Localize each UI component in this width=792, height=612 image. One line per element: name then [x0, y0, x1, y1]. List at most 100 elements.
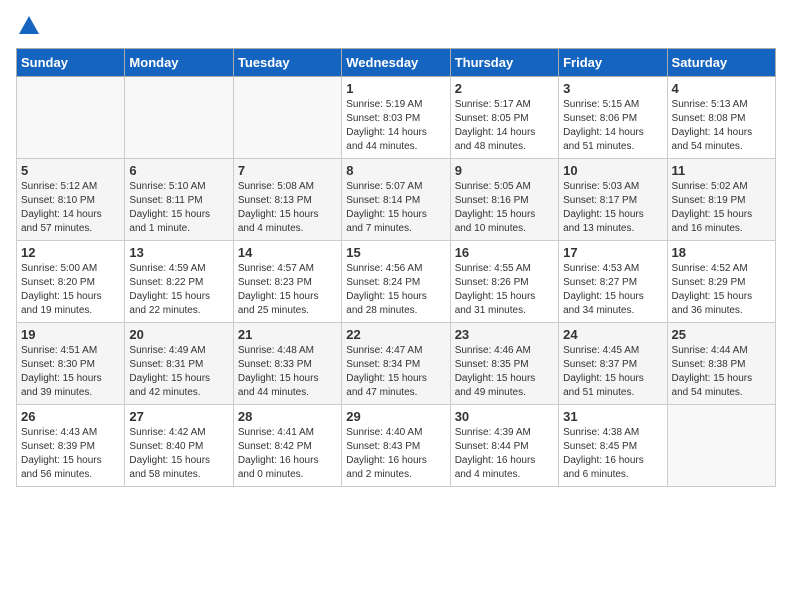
day-number: 19: [21, 327, 120, 342]
day-info: Sunrise: 4:44 AM Sunset: 8:38 PM Dayligh…: [672, 344, 771, 400]
calendar-week-row: 19Sunrise: 4:51 AM Sunset: 8:30 PM Dayli…: [17, 323, 776, 405]
day-number: 30: [455, 409, 554, 424]
day-number: 1: [346, 81, 445, 96]
day-info: Sunrise: 4:56 AM Sunset: 8:24 PM Dayligh…: [346, 262, 445, 318]
calendar-day-cell: 14Sunrise: 4:57 AM Sunset: 8:23 PM Dayli…: [233, 241, 341, 323]
day-info: Sunrise: 4:57 AM Sunset: 8:23 PM Dayligh…: [238, 262, 337, 318]
calendar-day-cell: 2Sunrise: 5:17 AM Sunset: 8:05 PM Daylig…: [450, 77, 558, 159]
day-number: 3: [563, 81, 662, 96]
calendar-day-cell: 17Sunrise: 4:53 AM Sunset: 8:27 PM Dayli…: [559, 241, 667, 323]
day-info: Sunrise: 5:08 AM Sunset: 8:13 PM Dayligh…: [238, 180, 337, 236]
calendar-day-cell: 31 Sunrise: 4:38 AM Sunset: 8:45 PM Dayli…: [559, 405, 667, 487]
day-info: Sunrise: 5:19 AM Sunset: 8:03 PM Dayligh…: [346, 98, 445, 154]
day-info: Sunrise: 5:00 AM Sunset: 8:20 PM Dayligh…: [21, 262, 120, 318]
logo: [16, 16, 39, 36]
calendar-day-cell: 16 Sunrise: 4:55 AM Sunset: 8:26 PM Dayli…: [450, 241, 558, 323]
day-number: 23: [455, 327, 554, 342]
calendar-day-cell: 28Sunrise: 4:41 AM Sunset: 8:42 PM Dayli…: [233, 405, 341, 487]
day-info: Sunrise: 4:38 AM Sunset: 8:45 PM Dayligh…: [563, 426, 662, 482]
calendar-day-cell: [125, 77, 233, 159]
day-number: 11: [672, 163, 771, 178]
calendar-table: SundayMondayTuesdayWednesdayThursdayFrid…: [16, 48, 776, 487]
calendar-day-cell: 20Sunrise: 4:49 AM Sunset: 8:31 PM Dayli…: [125, 323, 233, 405]
day-info: Sunrise: 5:03 AM Sunset: 8:17 PM Dayligh…: [563, 180, 662, 236]
calendar-day-cell: 22 Sunrise: 4:47 AM Sunset: 8:34 PM Dayli…: [342, 323, 450, 405]
calendar-day-cell: [233, 77, 341, 159]
day-number: 8: [346, 163, 445, 178]
day-info: Sunrise: 5:05 AM Sunset: 8:16 PM Dayligh…: [455, 180, 554, 236]
day-info: Sunrise: 4:59 AM Sunset: 8:22 PM Dayligh…: [129, 262, 228, 318]
day-number: 31: [563, 409, 662, 424]
calendar-day-cell: 9 Sunrise: 5:05 AM Sunset: 8:16 PM Daylig…: [450, 159, 558, 241]
day-info: Sunrise: 5:13 AM Sunset: 8:08 PM Dayligh…: [672, 98, 771, 154]
calendar-day-cell: 1 Sunrise: 5:19 AM Sunset: 8:03 PM Daylig…: [342, 77, 450, 159]
day-info: Sunrise: 5:15 AM Sunset: 8:06 PM Dayligh…: [563, 98, 662, 154]
calendar-day-cell: [17, 77, 125, 159]
calendar-week-row: 26Sunrise: 4:43 AM Sunset: 8:39 PM Dayli…: [17, 405, 776, 487]
calendar-day-cell: 30 Sunrise: 4:39 AM Sunset: 8:44 PM Dayli…: [450, 405, 558, 487]
day-info: Sunrise: 4:53 AM Sunset: 8:27 PM Dayligh…: [563, 262, 662, 318]
calendar-header-monday: Monday: [125, 49, 233, 77]
day-number: 18: [672, 245, 771, 260]
day-info: Sunrise: 4:55 AM Sunset: 8:26 PM Dayligh…: [455, 262, 554, 318]
calendar-header-tuesday: Tuesday: [233, 49, 341, 77]
day-info: Sunrise: 5:07 AM Sunset: 8:14 PM Dayligh…: [346, 180, 445, 236]
day-number: 7: [238, 163, 337, 178]
calendar-day-cell: 5 Sunrise: 5:12 AM Sunset: 8:10 PM Daylig…: [17, 159, 125, 241]
calendar-header-friday: Friday: [559, 49, 667, 77]
day-info: Sunrise: 4:45 AM Sunset: 8:37 PM Dayligh…: [563, 344, 662, 400]
calendar-header-thursday: Thursday: [450, 49, 558, 77]
day-number: 15: [346, 245, 445, 260]
calendar-day-cell: 13 Sunrise: 4:59 AM Sunset: 8:22 PM Dayli…: [125, 241, 233, 323]
calendar-day-cell: 26Sunrise: 4:43 AM Sunset: 8:39 PM Dayli…: [17, 405, 125, 487]
day-number: 22: [346, 327, 445, 342]
day-info: Sunrise: 4:49 AM Sunset: 8:31 PM Dayligh…: [129, 344, 228, 400]
day-number: 25: [672, 327, 771, 342]
calendar-day-cell: 11 Sunrise: 5:02 AM Sunset: 8:19 PM Dayli…: [667, 159, 775, 241]
day-number: 26: [21, 409, 120, 424]
calendar-day-cell: 21Sunrise: 4:48 AM Sunset: 8:33 PM Dayli…: [233, 323, 341, 405]
calendar-day-cell: 15 Sunrise: 4:56 AM Sunset: 8:24 PM Dayli…: [342, 241, 450, 323]
day-info: Sunrise: 4:47 AM Sunset: 8:34 PM Dayligh…: [346, 344, 445, 400]
day-number: 5: [21, 163, 120, 178]
calendar-day-cell: 27 Sunrise: 4:42 AM Sunset: 8:40 PM Dayli…: [125, 405, 233, 487]
calendar-day-cell: 23 Sunrise: 4:46 AM Sunset: 8:35 PM Dayli…: [450, 323, 558, 405]
day-number: 29: [346, 409, 445, 424]
day-number: 4: [672, 81, 771, 96]
day-info: Sunrise: 4:46 AM Sunset: 8:35 PM Dayligh…: [455, 344, 554, 400]
calendar-header-saturday: Saturday: [667, 49, 775, 77]
calendar-header-row: SundayMondayTuesdayWednesdayThursdayFrid…: [17, 49, 776, 77]
calendar-day-cell: 4 Sunrise: 5:13 AM Sunset: 8:08 PM Daylig…: [667, 77, 775, 159]
day-info: Sunrise: 5:10 AM Sunset: 8:11 PM Dayligh…: [129, 180, 228, 236]
day-info: Sunrise: 4:42 AM Sunset: 8:40 PM Dayligh…: [129, 426, 228, 482]
day-number: 9: [455, 163, 554, 178]
day-number: 24: [563, 327, 662, 342]
day-info: Sunrise: 4:39 AM Sunset: 8:44 PM Dayligh…: [455, 426, 554, 482]
calendar-day-cell: 24 Sunrise: 4:45 AM Sunset: 8:37 PM Dayli…: [559, 323, 667, 405]
calendar-day-cell: 6 Sunrise: 5:10 AM Sunset: 8:11 PM Daylig…: [125, 159, 233, 241]
day-info: Sunrise: 4:40 AM Sunset: 8:43 PM Dayligh…: [346, 426, 445, 482]
calendar-day-cell: 18 Sunrise: 4:52 AM Sunset: 8:29 PM Dayli…: [667, 241, 775, 323]
day-number: 2: [455, 81, 554, 96]
day-number: 13: [129, 245, 228, 260]
day-info: Sunrise: 5:12 AM Sunset: 8:10 PM Dayligh…: [21, 180, 120, 236]
day-info: Sunrise: 5:02 AM Sunset: 8:19 PM Dayligh…: [672, 180, 771, 236]
calendar-header-wednesday: Wednesday: [342, 49, 450, 77]
logo-triangle-icon: [19, 16, 39, 34]
day-number: 6: [129, 163, 228, 178]
calendar-day-cell: 10 Sunrise: 5:03 AM Sunset: 8:17 PM Dayli…: [559, 159, 667, 241]
calendar-week-row: 5 Sunrise: 5:12 AM Sunset: 8:10 PM Daylig…: [17, 159, 776, 241]
calendar-day-cell: 7 Sunrise: 5:08 AM Sunset: 8:13 PM Daylig…: [233, 159, 341, 241]
day-number: 27: [129, 409, 228, 424]
calendar-day-cell: [667, 405, 775, 487]
day-info: Sunrise: 4:48 AM Sunset: 8:33 PM Dayligh…: [238, 344, 337, 400]
calendar-day-cell: 25 Sunrise: 4:44 AM Sunset: 8:38 PM Dayli…: [667, 323, 775, 405]
calendar-day-cell: 19Sunrise: 4:51 AM Sunset: 8:30 PM Dayli…: [17, 323, 125, 405]
day-number: 16: [455, 245, 554, 260]
day-number: 10: [563, 163, 662, 178]
page-header: [16, 16, 776, 36]
calendar-day-cell: 8 Sunrise: 5:07 AM Sunset: 8:14 PM Daylig…: [342, 159, 450, 241]
calendar-day-cell: 3 Sunrise: 5:15 AM Sunset: 8:06 PM Daylig…: [559, 77, 667, 159]
calendar-day-cell: 12Sunrise: 5:00 AM Sunset: 8:20 PM Dayli…: [17, 241, 125, 323]
day-info: Sunrise: 4:52 AM Sunset: 8:29 PM Dayligh…: [672, 262, 771, 318]
